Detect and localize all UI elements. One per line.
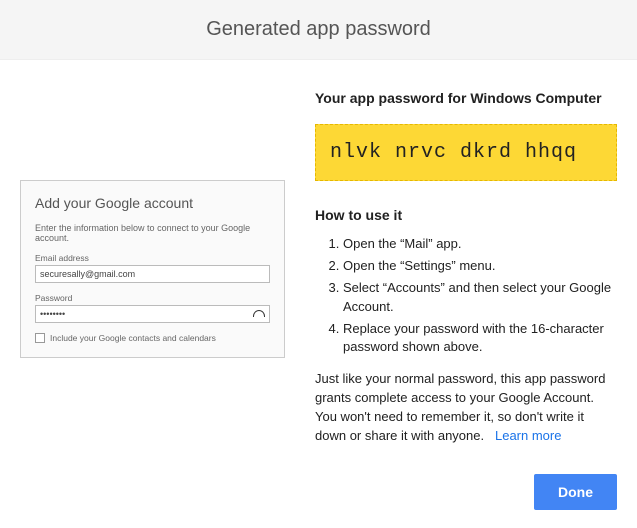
step-item: Select “Accounts” and then select your G… [343, 279, 617, 315]
email-field-example: securesally@gmail.com [35, 265, 270, 283]
step-item: Replace your password with the 16-charac… [343, 320, 617, 356]
example-dialog-title: Add your Google account [35, 195, 270, 211]
done-button[interactable]: Done [534, 474, 617, 510]
learn-more-link[interactable]: Learn more [495, 428, 561, 443]
instructions-column: Your app password for Windows Computer n… [315, 90, 617, 446]
step-item: Open the “Mail” app. [343, 235, 617, 253]
illustration-column: Add your Google account Enter the inform… [20, 90, 285, 446]
info-text: Just like your normal password, this app… [315, 371, 605, 443]
checkbox-label: Include your Google contacts and calenda… [50, 333, 216, 343]
how-to-heading: How to use it [315, 207, 617, 223]
page-title: Generated app password [0, 0, 637, 60]
footer: Done [0, 466, 637, 528]
checkbox-icon [35, 333, 45, 343]
email-label: Email address [35, 253, 270, 263]
password-field-example: •••••••• [35, 305, 270, 323]
info-paragraph: Just like your normal password, this app… [315, 370, 617, 445]
password-label: Password [35, 293, 270, 303]
steps-list: Open the “Mail” app. Open the “Settings”… [343, 235, 617, 356]
step-item: Open the “Settings” menu. [343, 257, 617, 275]
content-area: Add your Google account Enter the inform… [0, 60, 637, 466]
example-dialog: Add your Google account Enter the inform… [20, 180, 285, 358]
include-checkbox-row: Include your Google contacts and calenda… [35, 333, 270, 343]
example-dialog-subtitle: Enter the information below to connect t… [35, 223, 270, 243]
generated-password: nlvk nrvc dkrd hhqq [315, 124, 617, 181]
app-password-subtitle: Your app password for Windows Computer [315, 90, 617, 106]
